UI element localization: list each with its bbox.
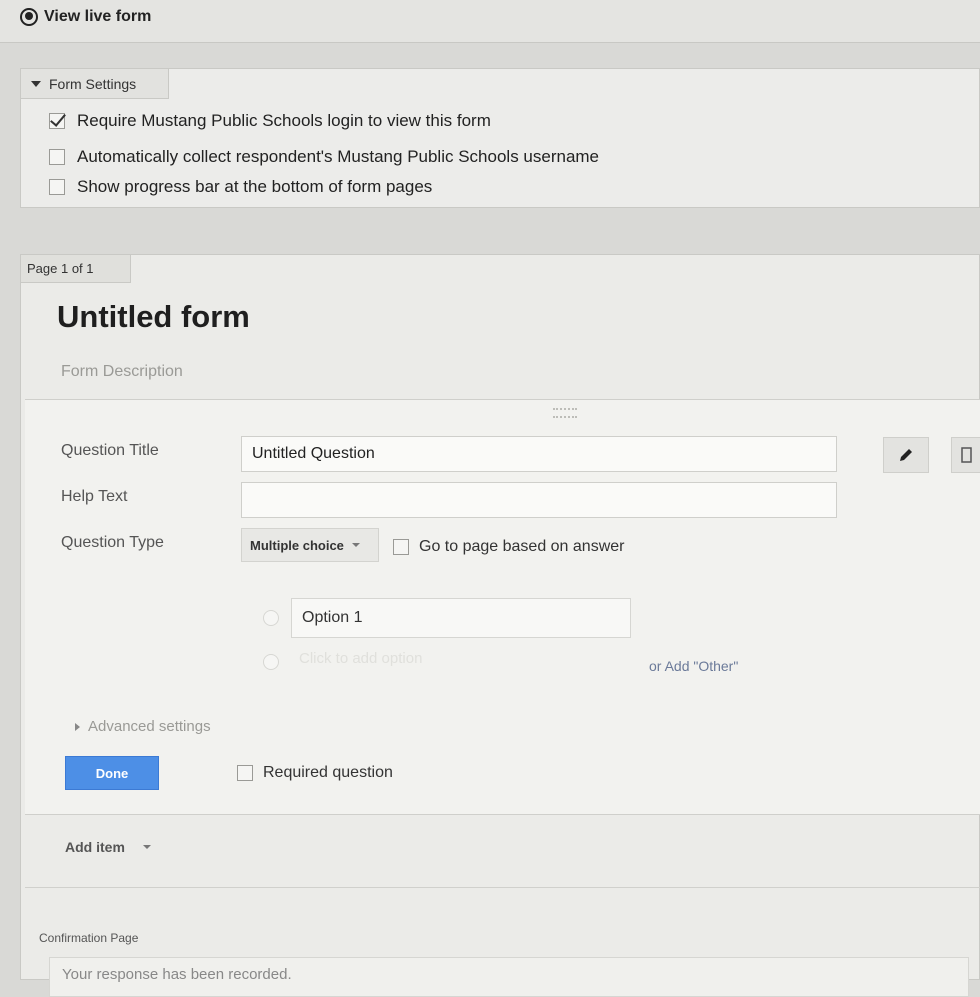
edit-question-button[interactable] — [883, 437, 929, 473]
chevron-down-icon — [142, 845, 151, 849]
question-type-select[interactable]: Multiple choice — [241, 528, 379, 562]
done-button[interactable]: Done — [65, 756, 159, 790]
add-other-link[interactable]: or Add "Other" — [649, 658, 738, 674]
option-1-input[interactable]: Option 1 — [291, 598, 631, 638]
add-option-field[interactable]: Click to add option — [299, 650, 422, 667]
duplicate-question-button[interactable] — [951, 437, 980, 473]
triangle-right-icon — [75, 722, 80, 731]
setting-collect-username[interactable]: Automatically collect respondent's Musta… — [49, 147, 599, 167]
form-description-field[interactable]: Form Description — [61, 363, 183, 381]
form-settings-label: Form Settings — [49, 75, 137, 92]
add-option-radio — [263, 654, 279, 670]
question-type-label: Question Type — [61, 534, 164, 551]
confirmation-page-label: Confirmation Page — [39, 931, 139, 945]
question-editor: Question Title Untitled Question Help Te… — [25, 399, 980, 815]
required-question-label: Required question — [263, 764, 393, 781]
help-text-input[interactable] — [241, 482, 837, 518]
progress-bar-label: Show progress bar at the bottom of form … — [77, 177, 433, 196]
question-type-value: Multiple choice — [250, 537, 344, 553]
view-live-form-label: View live form — [44, 8, 152, 25]
required-question-option[interactable]: Required question — [237, 764, 393, 782]
page-panel: Page 1 of 1 Untitled form Form Descripti… — [20, 254, 980, 997]
confirmation-message-input[interactable]: Your response has been recorded. — [49, 957, 969, 997]
chevron-down-icon — [351, 543, 360, 547]
progress-bar-checkbox[interactable] — [49, 179, 65, 195]
form-settings-panel: Form Settings Require Mustang Public Sch… — [20, 68, 980, 208]
option-1-radio — [263, 610, 279, 626]
triangle-down-icon — [31, 80, 41, 87]
collect-username-label: Automatically collect respondent's Musta… — [77, 147, 600, 166]
question-title-label: Question Title — [61, 442, 159, 459]
add-item-label: Add item — [65, 839, 125, 855]
require-login-checkbox[interactable] — [49, 113, 65, 129]
goto-page-checkbox[interactable] — [393, 539, 409, 555]
form-title[interactable]: Untitled form — [57, 299, 250, 335]
goto-page-label: Go to page based on answer — [419, 538, 625, 555]
add-item-button[interactable]: Add item — [65, 839, 151, 855]
divider — [25, 887, 980, 888]
form-settings-toggle[interactable]: Form Settings — [21, 69, 169, 99]
advanced-settings-toggle[interactable]: Advanced settings — [75, 718, 211, 735]
required-question-checkbox[interactable] — [237, 765, 253, 781]
globe-icon — [20, 8, 38, 26]
top-bar: View live form — [0, 0, 980, 43]
duplicate-icon — [961, 447, 972, 463]
goto-page-option[interactable]: Go to page based on answer — [393, 538, 624, 556]
page-tab: Page 1 of 1 — [21, 255, 131, 283]
require-login-label: Require Mustang Public Schools login to … — [77, 111, 491, 130]
question-title-input[interactable]: Untitled Question — [241, 436, 837, 472]
view-live-form-link[interactable]: View live form — [20, 8, 151, 26]
pencil-icon — [900, 449, 912, 461]
advanced-settings-label: Advanced settings — [88, 718, 211, 735]
setting-progress-bar[interactable]: Show progress bar at the bottom of form … — [49, 177, 432, 197]
collect-username-checkbox[interactable] — [49, 149, 65, 165]
help-text-label: Help Text — [61, 488, 128, 505]
setting-require-login[interactable]: Require Mustang Public Schools login to … — [49, 111, 491, 131]
drag-handle[interactable] — [553, 408, 577, 418]
